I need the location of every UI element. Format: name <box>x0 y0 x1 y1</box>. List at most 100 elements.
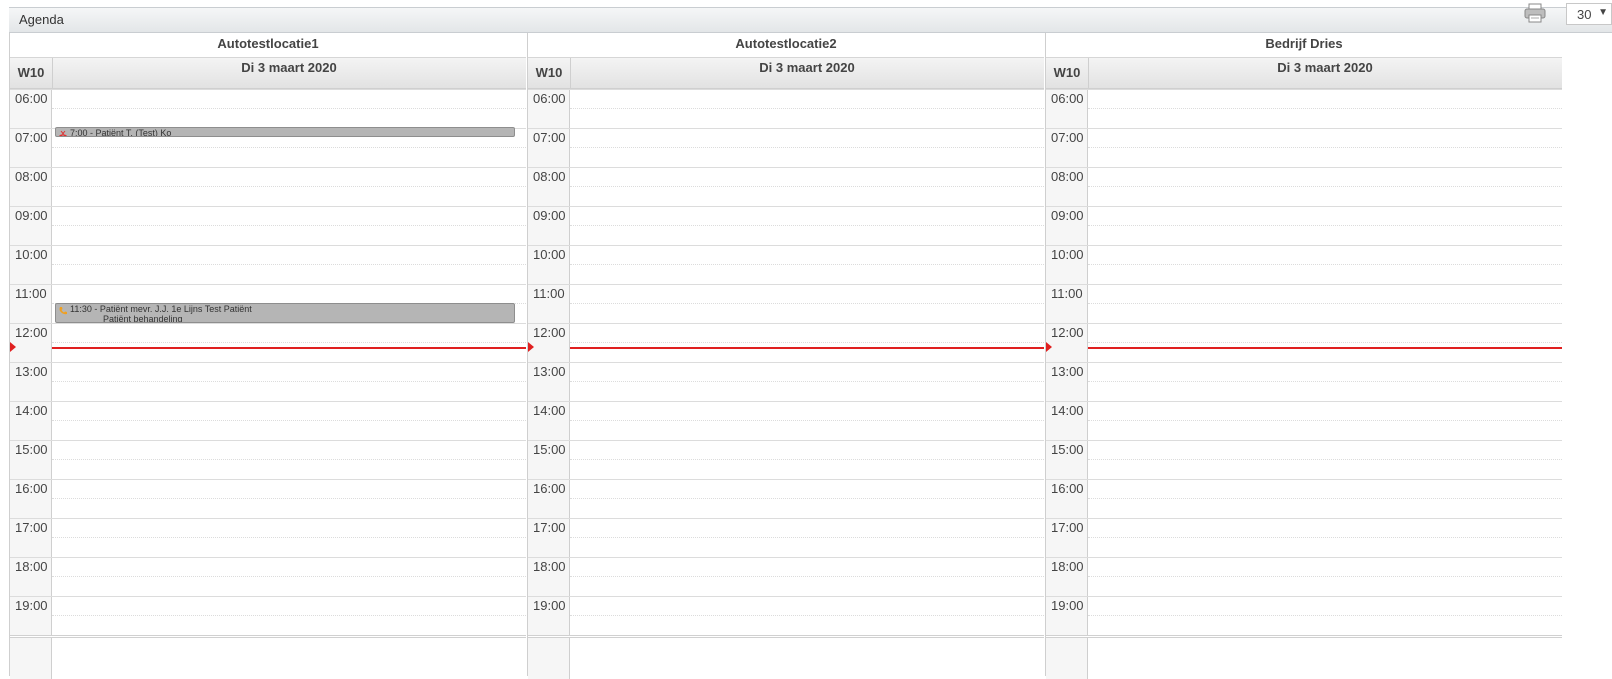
current-time-line <box>52 347 526 349</box>
hour-row[interactable]: 19:00 <box>1046 596 1562 635</box>
hour-row[interactable]: 10:00 <box>1046 245 1562 284</box>
location-title: Bedrijf Dries <box>1265 36 1343 51</box>
hour-row[interactable]: 16:00 <box>10 479 526 518</box>
time-grid[interactable]: 06:00 07:00 08:00 09:00 10:00 11:00 12:0… <box>1046 89 1562 635</box>
current-time-line <box>570 347 1044 349</box>
hour-row[interactable]: 06:00 <box>1046 89 1562 128</box>
printer-icon[interactable] <box>1524 3 1546 23</box>
appointment[interactable]: 7:00 - Patiënt T. (Test) Ko <box>55 127 515 137</box>
hour-label: 07:00 <box>1051 130 1084 145</box>
day-header: W10 Di 3 maart 2020 <box>528 57 1044 89</box>
hour-label: 16:00 <box>15 481 48 496</box>
phone-icon <box>58 306 68 316</box>
hour-label: 15:00 <box>533 442 566 457</box>
appointment[interactable]: 11:30 - Patiënt mevr. J.J. 1e Lijns Test… <box>55 303 515 323</box>
hour-row[interactable]: 16:00 <box>528 479 1044 518</box>
hour-row[interactable]: 13:00 <box>10 362 526 401</box>
current-time-line <box>1088 347 1562 349</box>
hour-label: 10:00 <box>1051 247 1084 262</box>
hour-row[interactable]: 19:00 <box>10 596 526 635</box>
hour-row[interactable]: 09:00 <box>528 206 1044 245</box>
day-date[interactable]: Di 3 maart 2020 <box>52 60 526 75</box>
agenda-column: Bedrijf Dries W10 Di 3 maart 2020 06:00 … <box>1045 33 1562 679</box>
hour-row[interactable]: 11:00 <box>1046 284 1562 323</box>
hour-label: 13:00 <box>15 364 48 379</box>
hour-label: 14:00 <box>15 403 48 418</box>
hour-label: 06:00 <box>1051 91 1084 106</box>
hour-row[interactable]: 11:00 <box>528 284 1044 323</box>
hour-label: 09:00 <box>15 208 48 223</box>
hour-row[interactable]: 15:00 <box>528 440 1044 479</box>
chevron-down-icon: ▼ <box>1598 7 1608 18</box>
hour-label: 12:00 <box>15 325 48 340</box>
hour-label: 14:00 <box>533 403 566 418</box>
hour-label: 08:00 <box>533 169 566 184</box>
hour-label: 15:00 <box>15 442 48 457</box>
hour-row[interactable]: 09:00 <box>10 206 526 245</box>
hour-row[interactable]: 14:00 <box>528 401 1044 440</box>
location-title: Autotestlocatie2 <box>735 36 837 51</box>
hour-row[interactable]: 17:00 <box>10 518 526 557</box>
hour-row[interactable]: 12:00 <box>10 323 526 362</box>
hour-label: 13:00 <box>533 364 566 379</box>
hour-row[interactable]: 06:00 <box>10 89 526 128</box>
hour-row[interactable]: 17:00 <box>528 518 1044 557</box>
hour-row[interactable]: 08:00 <box>10 167 526 206</box>
scissors-icon <box>58 130 68 136</box>
hour-label: 11:00 <box>1051 286 1083 301</box>
hour-row[interactable]: 14:00 <box>10 401 526 440</box>
hour-row[interactable]: 18:00 <box>1046 557 1562 596</box>
hour-row[interactable]: 15:00 <box>10 440 526 479</box>
appointment-title: 11:30 - Patiënt mevr. J.J. 1e Lijns Test… <box>70 304 252 314</box>
hour-row[interactable]: 06:00 <box>528 89 1044 128</box>
hour-row[interactable]: 18:00 <box>528 557 1044 596</box>
hour-label: 19:00 <box>1051 598 1084 613</box>
hour-row[interactable]: 18:00 <box>10 557 526 596</box>
hour-row[interactable]: 08:00 <box>1046 167 1562 206</box>
agenda-titlebar: Agenda <box>9 7 1612 33</box>
agenda-column: Autotestlocatie2 W10 Di 3 maart 2020 06:… <box>527 33 1044 679</box>
interval-value: 30 <box>1577 7 1592 22</box>
hour-row[interactable]: 12:00 <box>1046 323 1562 362</box>
hour-row[interactable]: 14:00 <box>1046 401 1562 440</box>
day-date[interactable]: Di 3 maart 2020 <box>1088 60 1562 75</box>
time-grid[interactable]: 06:00 07:00 08:00 09:00 10:00 11:00 12:0… <box>10 89 526 635</box>
hour-row[interactable]: 13:00 <box>528 362 1044 401</box>
hour-label: 08:00 <box>1051 169 1084 184</box>
day-date[interactable]: Di 3 maart 2020 <box>570 60 1044 75</box>
appointment-title: 7:00 - Patiënt T. (Test) Ko <box>70 128 172 137</box>
hour-label: 07:00 <box>15 130 48 145</box>
hour-label: 07:00 <box>533 130 566 145</box>
hour-row[interactable]: 13:00 <box>1046 362 1562 401</box>
hour-row[interactable]: 10:00 <box>528 245 1044 284</box>
hour-row[interactable]: 16:00 <box>1046 479 1562 518</box>
hour-label: 13:00 <box>1051 364 1084 379</box>
hour-label: 10:00 <box>15 247 48 262</box>
appointment-subtitle: Patiënt behandeling <box>103 314 183 323</box>
time-grid[interactable]: 06:00 07:00 08:00 09:00 10:00 11:00 12:0… <box>528 89 1044 635</box>
day-header: W10 Di 3 maart 2020 <box>1046 57 1562 89</box>
week-number: W10 <box>528 58 571 88</box>
hour-row[interactable]: 15:00 <box>1046 440 1562 479</box>
agenda-footer <box>10 635 526 679</box>
current-time-marker <box>528 342 534 352</box>
agenda-footer <box>528 635 1044 679</box>
interval-select[interactable]: 30 ▼ <box>1566 3 1612 25</box>
hour-row[interactable]: 07:00 <box>528 128 1044 167</box>
hour-row[interactable]: 17:00 <box>1046 518 1562 557</box>
hour-label: 17:00 <box>533 520 566 535</box>
day-header: W10 Di 3 maart 2020 <box>10 57 526 89</box>
location-title: Autotestlocatie1 <box>217 36 319 51</box>
hour-label: 18:00 <box>533 559 566 574</box>
week-number: W10 <box>1046 58 1089 88</box>
hour-row[interactable]: 19:00 <box>528 596 1044 635</box>
hour-row[interactable]: 12:00 <box>528 323 1044 362</box>
agenda-footer <box>1046 635 1562 679</box>
hour-label: 19:00 <box>533 598 566 613</box>
hour-row[interactable]: 09:00 <box>1046 206 1562 245</box>
hour-row[interactable]: 08:00 <box>528 167 1044 206</box>
hour-row[interactable]: 10:00 <box>10 245 526 284</box>
week-number: W10 <box>10 58 53 88</box>
hour-label: 17:00 <box>1051 520 1084 535</box>
hour-row[interactable]: 07:00 <box>1046 128 1562 167</box>
